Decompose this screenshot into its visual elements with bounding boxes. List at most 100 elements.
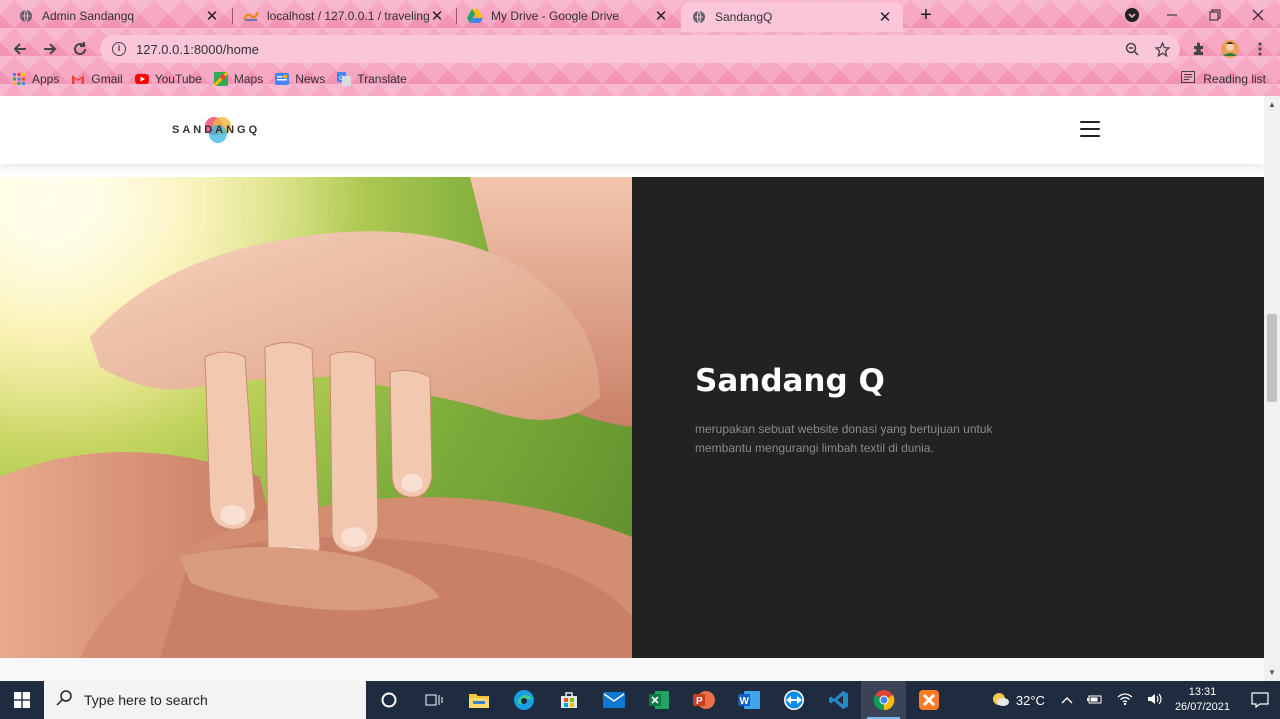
bookmark-news[interactable]: News: [275, 72, 325, 86]
powerpoint-button[interactable]: P: [681, 681, 726, 719]
svg-text:P: P: [696, 696, 703, 707]
bookmark-label: Translate: [357, 72, 407, 86]
bookmark-star-icon[interactable]: [1152, 41, 1172, 62]
arrow-left-icon: [13, 43, 26, 55]
profile-avatar[interactable]: [1219, 38, 1241, 60]
scroll-down-icon[interactable]: ▼: [1267, 668, 1277, 677]
tab-search-button[interactable]: [1110, 0, 1154, 30]
tab-phpmyadmin[interactable]: localhost / 127.0.0.1 / travelingku ✕: [233, 2, 455, 30]
taskbar-search-box[interactable]: Type here to search: [44, 681, 366, 719]
bookmark-gmail[interactable]: Gmail: [71, 72, 123, 86]
site-logo[interactable]: SANDANGQ: [172, 114, 260, 146]
mail-button[interactable]: [591, 681, 636, 719]
hero-image-hands: [0, 177, 632, 658]
bookmark-label: Gmail: [91, 72, 123, 86]
arrow-right-icon: [44, 43, 57, 55]
tab-title: SandangQ: [715, 10, 773, 24]
chevron-down-icon: [1125, 8, 1139, 22]
bookmark-maps[interactable]: Maps: [213, 72, 264, 86]
word-button[interactable]: W: [726, 681, 771, 719]
windows-taskbar: Type here to search P W 32°C 13:31 26/07…: [0, 681, 1280, 719]
wifi-icon[interactable]: [1117, 692, 1133, 709]
info-icon[interactable]: i: [112, 42, 126, 56]
vscode-button[interactable]: [816, 681, 861, 719]
system-tray: 32°C 13:31 26/07/2021: [990, 681, 1280, 719]
taskbar-clock[interactable]: 13:31 26/07/2021: [1175, 685, 1230, 715]
minimize-button[interactable]: [1150, 0, 1194, 30]
scroll-up-icon[interactable]: ▲: [1267, 100, 1277, 109]
maps-icon: [213, 72, 228, 86]
reading-list-button[interactable]: Reading list: [1181, 71, 1266, 86]
bookmark-apps[interactable]: Apps: [12, 72, 59, 86]
edge-icon: [513, 690, 534, 710]
edge-button[interactable]: [501, 681, 546, 719]
hamburger-line: [1080, 128, 1100, 130]
next-section-edge: [0, 658, 1264, 681]
mail-icon: [602, 692, 625, 708]
tab-title: Admin Sandangq: [42, 9, 135, 23]
phpmyadmin-icon: [243, 8, 259, 24]
bookmark-translate[interactable]: G Translate: [337, 72, 407, 86]
address-bar[interactable]: i 127.0.0.1:8000/home: [100, 35, 1180, 63]
page-scrollbar[interactable]: ▲ ▼: [1264, 96, 1280, 681]
task-view-icon: [425, 694, 442, 706]
volume-icon[interactable]: [1147, 692, 1163, 709]
chrome-icon: [873, 690, 894, 711]
file-explorer-button[interactable]: [456, 681, 501, 719]
tab-strip: Admin Sandangq ✕ localhost / 127.0.0.1 /…: [0, 0, 1280, 32]
hero-section: Sandang Q merupakan sebuat website donas…: [0, 177, 1264, 658]
extensions-button[interactable]: [1188, 38, 1210, 60]
windows-logo-icon: [14, 692, 30, 708]
microsoft-store-button[interactable]: [546, 681, 591, 719]
logo-text: SANDANGQ: [172, 124, 261, 136]
tab-title: localhost / 127.0.0.1 / travelingku: [267, 9, 429, 23]
cortana-icon: [381, 692, 396, 708]
xampp-button[interactable]: [906, 681, 951, 719]
teamviewer-button[interactable]: [771, 681, 816, 719]
translate-icon: G: [337, 72, 352, 86]
tab-google-drive[interactable]: My Drive - Google Drive ✕: [457, 2, 679, 30]
close-icon[interactable]: ✕: [653, 7, 669, 25]
task-view-button[interactable]: [411, 681, 456, 719]
tab-title: My Drive - Google Drive: [491, 9, 620, 23]
reload-button[interactable]: [69, 38, 91, 60]
bookmark-label: Apps: [32, 72, 60, 86]
weather-temperature[interactable]: 32°C: [1016, 693, 1045, 708]
battery-icon[interactable]: [1086, 693, 1103, 708]
bookmark-label: YouTube: [154, 72, 202, 86]
close-icon[interactable]: ✕: [877, 8, 893, 26]
tab-admin-sandangq[interactable]: Admin Sandangq ✕: [8, 2, 230, 30]
back-button[interactable]: [9, 38, 31, 60]
excel-icon: [648, 691, 669, 709]
close-icon[interactable]: ✕: [204, 7, 220, 25]
hamburger-menu-button[interactable]: [1080, 121, 1100, 137]
close-window-button[interactable]: [1236, 0, 1280, 30]
menu-button[interactable]: [1249, 38, 1271, 60]
restore-button[interactable]: [1193, 0, 1237, 30]
chevron-up-icon[interactable]: [1061, 693, 1073, 707]
search-icon: [56, 689, 72, 711]
hamburger-line: [1080, 135, 1100, 137]
close-icon[interactable]: ✕: [429, 7, 445, 25]
action-center-button[interactable]: [1240, 681, 1280, 719]
bookmark-label: Maps: [233, 72, 264, 86]
browser-chrome: Admin Sandangq ✕ localhost / 127.0.0.1 /…: [0, 0, 1280, 96]
clock-date: 26/07/2021: [1174, 701, 1230, 713]
zoom-icon[interactable]: [1122, 42, 1142, 62]
new-tab-button[interactable]: +: [914, 4, 938, 28]
reading-list-icon: [1181, 71, 1196, 86]
excel-button[interactable]: [636, 681, 681, 719]
more-vert-icon: [1258, 42, 1262, 56]
bookmark-label: News: [295, 72, 326, 86]
start-button[interactable]: [0, 681, 44, 719]
tab-sandangq[interactable]: SandangQ ✕: [681, 2, 903, 32]
youtube-icon: [134, 72, 149, 86]
scrollbar-thumb[interactable]: [1267, 314, 1277, 402]
weather-icon[interactable]: [990, 691, 1010, 710]
chrome-button[interactable]: [861, 681, 906, 719]
hamburger-line: [1080, 121, 1100, 123]
bookmarks-bar: Apps Gmail YouTube Maps News G Translate…: [0, 66, 1280, 92]
bookmark-youtube[interactable]: YouTube: [134, 72, 202, 86]
cortana-button[interactable]: [366, 681, 411, 719]
forward-button[interactable]: [39, 38, 61, 60]
